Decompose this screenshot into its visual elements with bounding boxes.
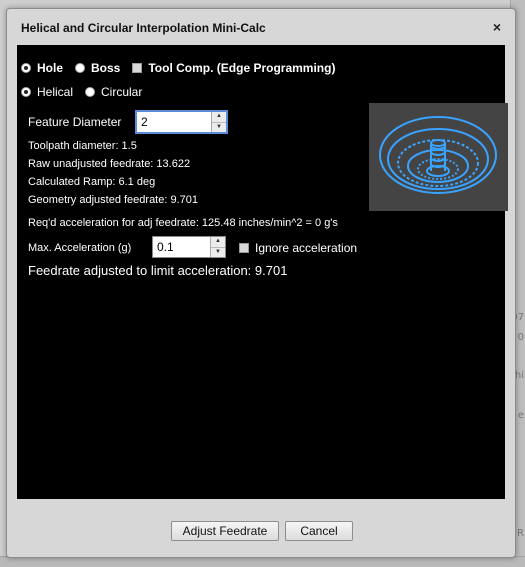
spin-up-icon[interactable]: ▲ — [211, 237, 225, 248]
spin-up-icon[interactable]: ▲ — [212, 112, 226, 123]
feature-type-row: Hole Boss Tool Comp. (Edge Programming) — [21, 61, 335, 75]
final-feedrate-text: Feedrate adjusted to limit acceleration:… — [28, 263, 288, 278]
background-text: R — [517, 528, 524, 539]
ignore-accel-checkbox[interactable] — [239, 243, 249, 253]
dialog-content: Hole Boss Tool Comp. (Edge Programming) … — [17, 45, 508, 499]
background-text: hi — [514, 370, 524, 381]
boss-label[interactable]: Boss — [91, 61, 120, 75]
circular-label[interactable]: Circular — [101, 85, 142, 99]
hole-radio[interactable] — [21, 63, 31, 73]
minicalc-dialog: Helical and Circular Interpolation Mini-… — [6, 8, 516, 558]
dialog-titlebar[interactable]: Helical and Circular Interpolation Mini-… — [7, 9, 515, 45]
raw-feedrate-text: Raw unadjusted feedrate: 13.622 — [28, 158, 191, 170]
close-button[interactable]: × — [489, 19, 505, 35]
helical-label[interactable]: Helical — [37, 85, 73, 99]
background-text: e — [517, 410, 524, 421]
tool-comp-label[interactable]: Tool Comp. (Edge Programming) — [148, 61, 335, 75]
ignore-accel-row: Ignore acceleration — [239, 241, 357, 255]
max-accel-input[interactable] — [153, 237, 210, 257]
ignore-accel-label[interactable]: Ignore acceleration — [255, 241, 357, 255]
geometry-feedrate-text: Geometry adjusted feedrate: 9.701 — [28, 194, 198, 206]
required-accel-text: Req'd acceleration for adj feedrate: 125… — [28, 217, 338, 229]
cancel-button[interactable]: Cancel — [285, 521, 353, 541]
calculated-ramp-text: Calculated Ramp: 6.1 deg — [28, 176, 156, 188]
interp-mode-row: Helical Circular — [21, 85, 142, 99]
hole-label[interactable]: Hole — [37, 61, 63, 75]
max-accel-label: Max. Acceleration (g) — [28, 242, 132, 254]
background-text: 0 — [517, 332, 524, 343]
helical-radio[interactable] — [21, 87, 31, 97]
boss-radio[interactable] — [75, 63, 86, 73]
feature-diameter-label: Feature Diameter — [28, 115, 122, 129]
max-accel-spinner[interactable]: ▲ ▼ — [152, 236, 226, 258]
feature-diameter-spinner[interactable]: ▲ ▼ — [135, 110, 228, 134]
feature-diameter-input[interactable] — [137, 112, 211, 132]
tool-comp-checkbox[interactable] — [132, 63, 143, 73]
dialog-title: Helical and Circular Interpolation Mini-… — [21, 21, 266, 35]
helix-preview-icon — [379, 116, 497, 194]
preview-thumbnail — [369, 103, 508, 211]
toolpath-diameter-text: Toolpath diameter: 1.5 — [28, 140, 137, 152]
spin-down-icon[interactable]: ▼ — [211, 247, 225, 257]
adjust-feedrate-button[interactable]: Adjust Feedrate — [171, 521, 279, 541]
spin-down-icon[interactable]: ▼ — [212, 122, 226, 132]
circular-radio[interactable] — [85, 87, 96, 97]
